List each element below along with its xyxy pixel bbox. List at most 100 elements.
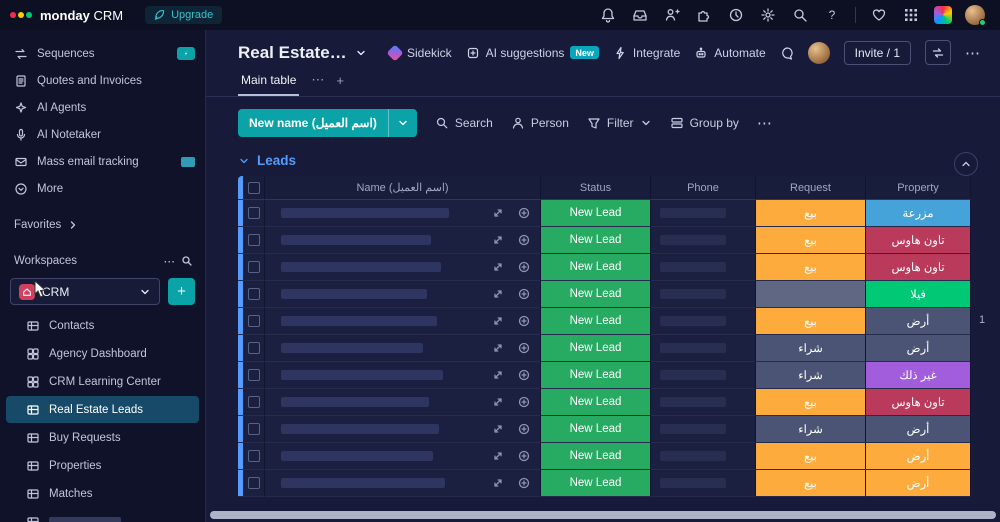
horizontal-scrollbar[interactable]: [210, 511, 996, 519]
sidebar-item-quotes-invoices[interactable]: Quotes and Invoices: [0, 67, 205, 94]
status-cell[interactable]: New Lead: [541, 416, 651, 443]
workspaces-more-icon[interactable]: ⋯: [164, 254, 176, 268]
whats-new-heart-icon[interactable]: [866, 3, 892, 27]
row-checkbox[interactable]: [247, 261, 260, 273]
phone-cell[interactable]: [651, 200, 756, 227]
open-item-icon[interactable]: [492, 315, 504, 327]
name-cell[interactable]: [265, 227, 541, 254]
status-cell[interactable]: New Lead: [541, 200, 651, 227]
request-cell[interactable]: [756, 281, 866, 308]
property-cell[interactable]: مزرعة: [866, 200, 971, 227]
request-cell[interactable]: بيع: [756, 389, 866, 416]
request-cell[interactable]: بيع: [756, 227, 866, 254]
add-update-icon[interactable]: [518, 369, 530, 381]
name-cell[interactable]: [265, 281, 541, 308]
open-item-icon[interactable]: [492, 288, 504, 300]
person-filter-tool[interactable]: Person: [511, 116, 569, 130]
select-all-checkbox[interactable]: [247, 181, 260, 194]
property-cell[interactable]: أرض: [866, 335, 971, 362]
user-avatar[interactable]: [962, 3, 988, 27]
sidekick-button[interactable]: Sidekick: [386, 44, 452, 61]
sidebar-item-ai-agents[interactable]: AI Agents: [0, 94, 205, 121]
name-cell[interactable]: [265, 254, 541, 281]
phone-cell[interactable]: [651, 443, 756, 470]
collapse-header-button[interactable]: [954, 152, 978, 176]
column-header-request[interactable]: Request: [756, 176, 866, 200]
status-cell[interactable]: New Lead: [541, 308, 651, 335]
property-cell[interactable]: أرض: [866, 308, 971, 335]
inbox-icon[interactable]: [627, 3, 653, 27]
add-update-icon[interactable]: [518, 423, 530, 435]
request-cell[interactable]: بيع: [756, 254, 866, 281]
status-cell[interactable]: New Lead: [541, 281, 651, 308]
board-chat-icon[interactable]: [780, 46, 794, 60]
open-item-icon[interactable]: [492, 369, 504, 381]
invite-members-icon[interactable]: [659, 3, 685, 27]
group-collapse-chevron-icon[interactable]: [238, 155, 250, 167]
status-cell[interactable]: New Lead: [541, 470, 651, 497]
toolbar-more-menu[interactable]: ⋯: [757, 114, 772, 132]
row-checkbox[interactable]: [247, 450, 260, 462]
board-more-menu[interactable]: ⋯: [965, 44, 980, 62]
column-header-phone[interactable]: Phone: [651, 176, 756, 200]
row-checkbox[interactable]: [247, 207, 260, 219]
name-cell[interactable]: [265, 389, 541, 416]
status-cell[interactable]: New Lead: [541, 227, 651, 254]
request-cell[interactable]: شراء: [756, 335, 866, 362]
open-item-icon[interactable]: [492, 423, 504, 435]
share-link-icon[interactable]: [925, 40, 951, 65]
property-cell[interactable]: تاون هاوس: [866, 254, 971, 281]
board-title-menu[interactable]: Real Estate…: [238, 43, 367, 63]
sidebar-item-agency-dashboard[interactable]: Agency Dashboard: [6, 340, 199, 367]
add-update-icon[interactable]: [518, 396, 530, 408]
status-cell[interactable]: New Lead: [541, 335, 651, 362]
phone-cell[interactable]: [651, 281, 756, 308]
notifications-bell-icon[interactable]: [595, 3, 621, 27]
open-item-icon[interactable]: [492, 207, 504, 219]
status-cell[interactable]: New Lead: [541, 362, 651, 389]
tab-main-table[interactable]: Main table: [238, 73, 300, 96]
open-item-icon[interactable]: [492, 450, 504, 462]
column-header-property[interactable]: Property: [866, 176, 971, 200]
open-item-icon[interactable]: [492, 234, 504, 246]
phone-cell[interactable]: [651, 227, 756, 254]
add-view-button[interactable]: +: [336, 73, 344, 96]
group-header[interactable]: Leads: [238, 153, 1000, 168]
request-cell[interactable]: شراء: [756, 362, 866, 389]
phone-cell[interactable]: [651, 362, 756, 389]
add-update-icon[interactable]: [518, 261, 530, 273]
property-cell[interactable]: أرض: [866, 443, 971, 470]
open-item-icon[interactable]: [492, 342, 504, 354]
marketplace-icon[interactable]: [691, 3, 717, 27]
row-checkbox[interactable]: [247, 369, 260, 381]
row-checkbox[interactable]: [247, 315, 260, 327]
favorites-section-toggle[interactable]: Favorites: [0, 214, 205, 236]
sidebar-item-more[interactable]: More: [0, 175, 205, 202]
workspaces-search-icon[interactable]: [181, 255, 193, 267]
sidebar-item-ai-notetaker[interactable]: AI Notetaker: [0, 121, 205, 148]
monday-logo-icon[interactable]: [10, 12, 32, 18]
sidebar-item-partial[interactable]: [6, 508, 199, 522]
sidebar-item-crm-learning-center[interactable]: CRM Learning Center: [6, 368, 199, 395]
app-switcher-grid-icon[interactable]: [898, 3, 924, 27]
new-item-dropdown[interactable]: [387, 109, 417, 137]
phone-cell[interactable]: [651, 470, 756, 497]
name-cell[interactable]: [265, 200, 541, 227]
property-cell[interactable]: تاون هاوس: [866, 227, 971, 254]
sidebar-item-buy-requests[interactable]: Buy Requests: [6, 424, 199, 451]
group-by-tool[interactable]: Group by: [670, 116, 739, 130]
property-cell[interactable]: فيلا: [866, 281, 971, 308]
sidebar-item-sequences[interactable]: Sequences: [0, 40, 205, 67]
status-cell[interactable]: New Lead: [541, 443, 651, 470]
request-cell[interactable]: بيع: [756, 200, 866, 227]
add-update-icon[interactable]: [518, 234, 530, 246]
add-update-icon[interactable]: [518, 342, 530, 354]
add-update-icon[interactable]: [518, 477, 530, 489]
row-checkbox[interactable]: [247, 477, 260, 489]
phone-cell[interactable]: [651, 389, 756, 416]
property-cell[interactable]: غير ذلك: [866, 362, 971, 389]
status-cell[interactable]: New Lead: [541, 389, 651, 416]
phone-cell[interactable]: [651, 254, 756, 281]
add-update-icon[interactable]: [518, 288, 530, 300]
upgrade-button[interactable]: Upgrade: [145, 6, 223, 24]
